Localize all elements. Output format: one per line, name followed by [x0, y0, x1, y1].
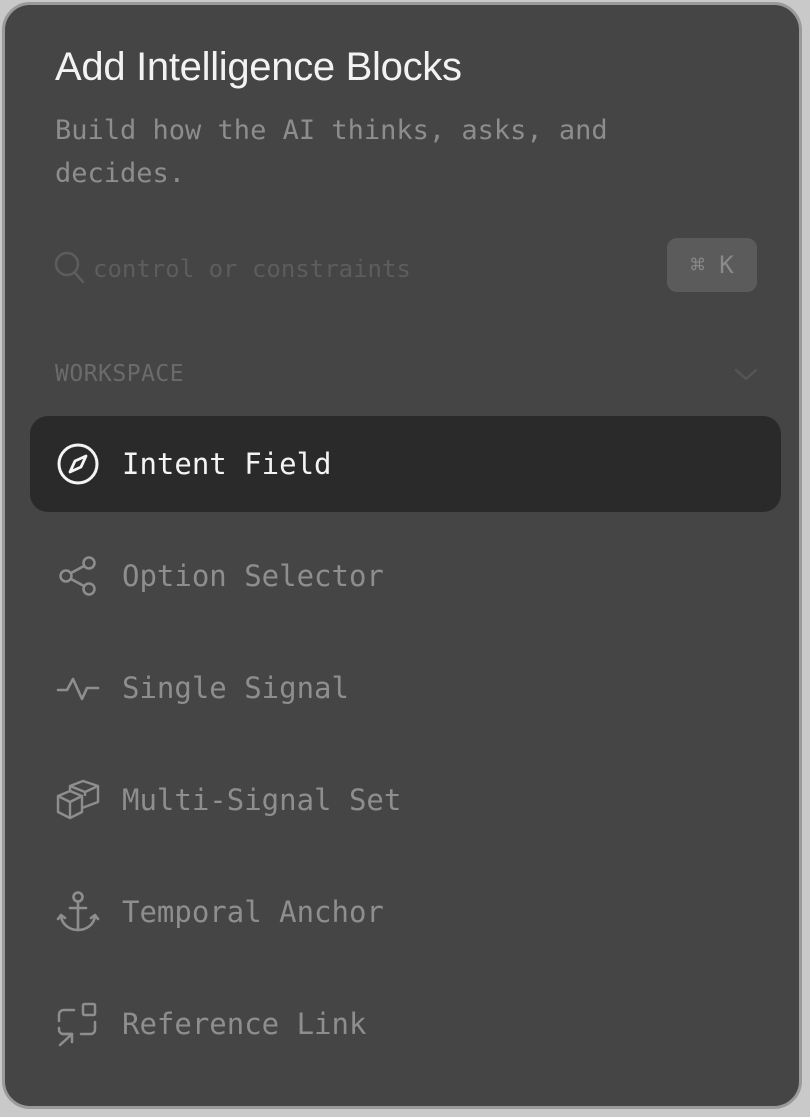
share-nodes-icon: [59, 556, 96, 596]
link-arrow-icon: [57, 1002, 97, 1047]
block-item-multi-signal-set[interactable]: Multi-Signal Set: [30, 752, 781, 848]
section-label-workspace: WORKSPACE: [55, 361, 185, 387]
block-item-label: Multi-Signal Set: [122, 783, 402, 817]
panel-title: Add Intelligence Blocks: [55, 45, 462, 89]
search-icon: [54, 251, 85, 284]
boxes-icon: [56, 779, 100, 820]
panel-subtitle: Build how the AI thinks, asks, and decid…: [55, 115, 608, 189]
block-item-single-signal[interactable]: Single Signal: [30, 640, 781, 736]
block-item-label: Single Signal: [122, 671, 349, 705]
intelligence-blocks-panel: Add Intelligence Blocks Build how the AI…: [2, 2, 802, 1109]
block-item-label: Temporal Anchor: [122, 895, 384, 929]
shortcut-badge: ⌘ K: [667, 238, 757, 292]
chevron-down-icon[interactable]: [733, 365, 759, 383]
pulse-icon: [56, 677, 100, 701]
compass-icon: [57, 443, 99, 485]
anchor-icon: [56, 891, 100, 932]
block-item-reference-link[interactable]: Reference Link: [30, 976, 781, 1072]
search-input[interactable]: [93, 249, 653, 289]
block-item-label: Reference Link: [122, 1007, 367, 1041]
block-item-option-selector[interactable]: Option Selector: [30, 528, 781, 624]
block-item-temporal-anchor[interactable]: Temporal Anchor: [30, 864, 781, 960]
block-item-label: Intent Field: [122, 447, 332, 481]
block-item-intent-field[interactable]: Intent Field: [30, 416, 781, 512]
block-item-label: Option Selector: [122, 559, 384, 593]
